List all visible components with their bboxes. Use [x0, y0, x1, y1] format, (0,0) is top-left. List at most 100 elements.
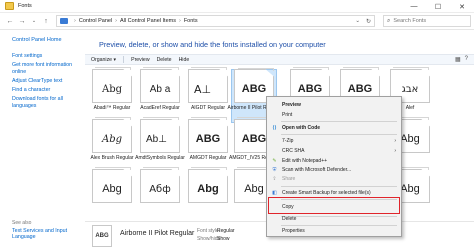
font-preview-glyph: Abg: [197, 183, 219, 195]
navigation-bar: ← → ⌄ ↑ › Control Panel › All Control Pa…: [0, 13, 474, 30]
font-name-label: Abadi™ Regular: [93, 105, 131, 111]
font-tile[interactable]: Ab a AcadEref Regular: [137, 67, 183, 123]
font-tile[interactable]: A⊥ AIGDT Regular: [185, 67, 231, 123]
search-placeholder: Search Fonts: [393, 18, 427, 24]
context-menu: Preview Print ⟨⟩ Open with Code 7-Zip › CR…: [266, 96, 402, 237]
submenu-arrow-icon: ›: [394, 148, 396, 154]
window-title: Fonts: [18, 3, 32, 9]
page-heading: Preview, delete, or show and hide the fo…: [99, 40, 326, 49]
toolbar-right: ▦ ?: [451, 56, 468, 63]
font-preview-glyph: ABG: [195, 133, 221, 145]
selected-font-name: Airborne II Pilot Regular: [120, 230, 195, 237]
font-preview-glyph: Ab a: [149, 83, 171, 95]
menu-label-defender: Scan with Microsoft Defender...: [282, 167, 352, 173]
sidebar-link-font-settings[interactable]: Font settings: [12, 53, 82, 59]
fonts-folder-icon: [5, 2, 14, 10]
breadcrumb-control-panel[interactable]: Control Panel: [79, 18, 112, 24]
delete-button[interactable]: Delete: [157, 57, 172, 63]
backup-icon: ◧: [272, 190, 277, 196]
menu-label-delete: Delete: [282, 216, 297, 222]
shield-icon: ⛨: [272, 167, 277, 173]
font-tile[interactable]: Ab⊥ AmdtSymbols Regular: [135, 117, 185, 173]
hide-button[interactable]: Hide: [179, 57, 190, 63]
font-name-label: AmdtSymbols Regular: [135, 155, 185, 161]
breadcrumb-separator-icon: ›: [74, 18, 76, 24]
sidebar-link-download-fonts[interactable]: Download fonts for all languages: [12, 96, 82, 109]
copy-highlight-box: [268, 197, 400, 214]
menu-label-7zip: 7-Zip: [282, 138, 294, 144]
menu-label-share: Share: [282, 176, 296, 182]
menu-item-share[interactable]: ⇪ Share: [267, 175, 401, 183]
font-tile[interactable]: Abg: [89, 167, 135, 223]
font-preview-glyph: Abg: [102, 183, 122, 195]
font-style-value: Regular: [217, 228, 235, 234]
menu-item-delete[interactable]: Delete: [267, 215, 401, 223]
address-dropdown-chevron-icon[interactable]: ⌄: [355, 18, 360, 24]
menu-item-smart-backup[interactable]: ◧ Create Smart Backup for selected file(s…: [267, 189, 401, 197]
organize-button[interactable]: Organize ▾: [91, 57, 116, 63]
font-tile[interactable]: ABG AMGDT Regular: [185, 117, 231, 173]
menu-label-smart-backup: Create Smart Backup for selected file(s): [282, 190, 371, 196]
menu-item-7zip[interactable]: 7-Zip ›: [267, 137, 401, 145]
menu-item-properties[interactable]: Properties: [267, 227, 401, 235]
menu-separator: [281, 186, 397, 187]
submenu-arrow-icon: ›: [394, 138, 396, 144]
search-icon: ⌕: [387, 17, 391, 24]
see-also-heading: See also: [12, 220, 32, 226]
menu-item-defender[interactable]: ⛨ Scan with Microsoft Defender...: [267, 166, 401, 174]
back-arrow-icon[interactable]: ←: [4, 15, 16, 27]
preview-button[interactable]: Preview: [131, 57, 149, 63]
menu-item-preview[interactable]: Preview: [267, 101, 401, 109]
close-button[interactable]: ✕: [450, 0, 474, 13]
search-input[interactable]: ⌕ Search Fonts: [383, 15, 471, 27]
show-hide-value: Show: [217, 236, 230, 242]
font-preview-glyph: Ab⊥: [146, 133, 167, 145]
menu-separator: [281, 134, 397, 135]
title-bar: Fonts — ☐ ✕: [0, 0, 474, 13]
command-bar: Organize ▾ Preview Delete Hide ▦ ?: [85, 54, 474, 65]
font-name-label: AcadEref Regular: [140, 105, 180, 111]
help-icon[interactable]: ?: [465, 56, 468, 63]
sidebar-link-find-character[interactable]: Find a character: [12, 87, 82, 93]
maximize-button[interactable]: ☐: [426, 0, 450, 13]
sidebar-link-cleartype[interactable]: Adjust ClearType text: [12, 78, 82, 84]
control-panel-home-link[interactable]: Control Panel Home: [12, 37, 62, 43]
font-tile[interactable]: Abg: [185, 167, 231, 223]
minimize-button[interactable]: —: [402, 0, 426, 13]
menu-item-print[interactable]: Print: [267, 111, 401, 119]
view-options-icon[interactable]: ▦: [455, 56, 461, 63]
toolbar-divider: [123, 56, 125, 63]
font-tile[interactable]: Абф: [137, 167, 183, 223]
selected-font-thumbnail: ABG: [92, 225, 112, 247]
menu-label-properties: Properties: [282, 228, 305, 234]
menu-item-crc-sha[interactable]: CRC SHA ›: [267, 147, 401, 155]
breadcrumb-all-items[interactable]: All Control Panel Items: [120, 18, 176, 24]
sidebar-link-more-font-info[interactable]: Get more font information online: [12, 62, 82, 75]
address-bar[interactable]: › Control Panel › All Control Panel Item…: [56, 15, 375, 27]
menu-separator: [281, 121, 397, 122]
sidebar-link-text-services[interactable]: Text Services and Input Language: [12, 228, 82, 241]
menu-label-print: Print: [282, 112, 293, 118]
menu-label-notepad: Edit with Notepad++: [282, 158, 328, 164]
font-tile[interactable]: Abg Alex Brush Regular: [89, 117, 135, 173]
sidebar-links: Font settings Get more font information …: [12, 53, 82, 112]
share-icon: ⇪: [272, 176, 277, 182]
menu-item-notepad[interactable]: ✎ Edit with Notepad++: [267, 157, 401, 165]
recent-locations-chevron-icon[interactable]: ⌄: [28, 15, 40, 27]
breadcrumb-separator-icon: ›: [115, 18, 118, 24]
refresh-icon[interactable]: ↻: [366, 18, 371, 25]
font-name-label: Alex Brush Regular: [90, 155, 134, 161]
menu-label-crc-sha: CRC SHA: [282, 148, 305, 154]
forward-arrow-icon[interactable]: →: [16, 15, 28, 27]
menu-item-open-with-code[interactable]: ⟨⟩ Open with Code: [267, 124, 401, 132]
notepad-icon: ✎: [272, 158, 277, 164]
up-arrow-icon[interactable]: ↑: [40, 15, 52, 27]
breadcrumb-separator-icon: ›: [178, 18, 181, 24]
breadcrumb-fonts[interactable]: Fonts: [184, 18, 198, 24]
font-tile[interactable]: Abg Abadi™ Regular: [89, 67, 135, 123]
menu-label-open-with-code: Open with Code: [282, 125, 321, 131]
window-controls: — ☐ ✕: [402, 0, 474, 13]
see-also-links: Text Services and Input Language: [12, 228, 82, 244]
vscode-icon: ⟨⟩: [272, 125, 277, 131]
left-pane: Control Panel Home Font settings Get mor…: [0, 31, 84, 249]
